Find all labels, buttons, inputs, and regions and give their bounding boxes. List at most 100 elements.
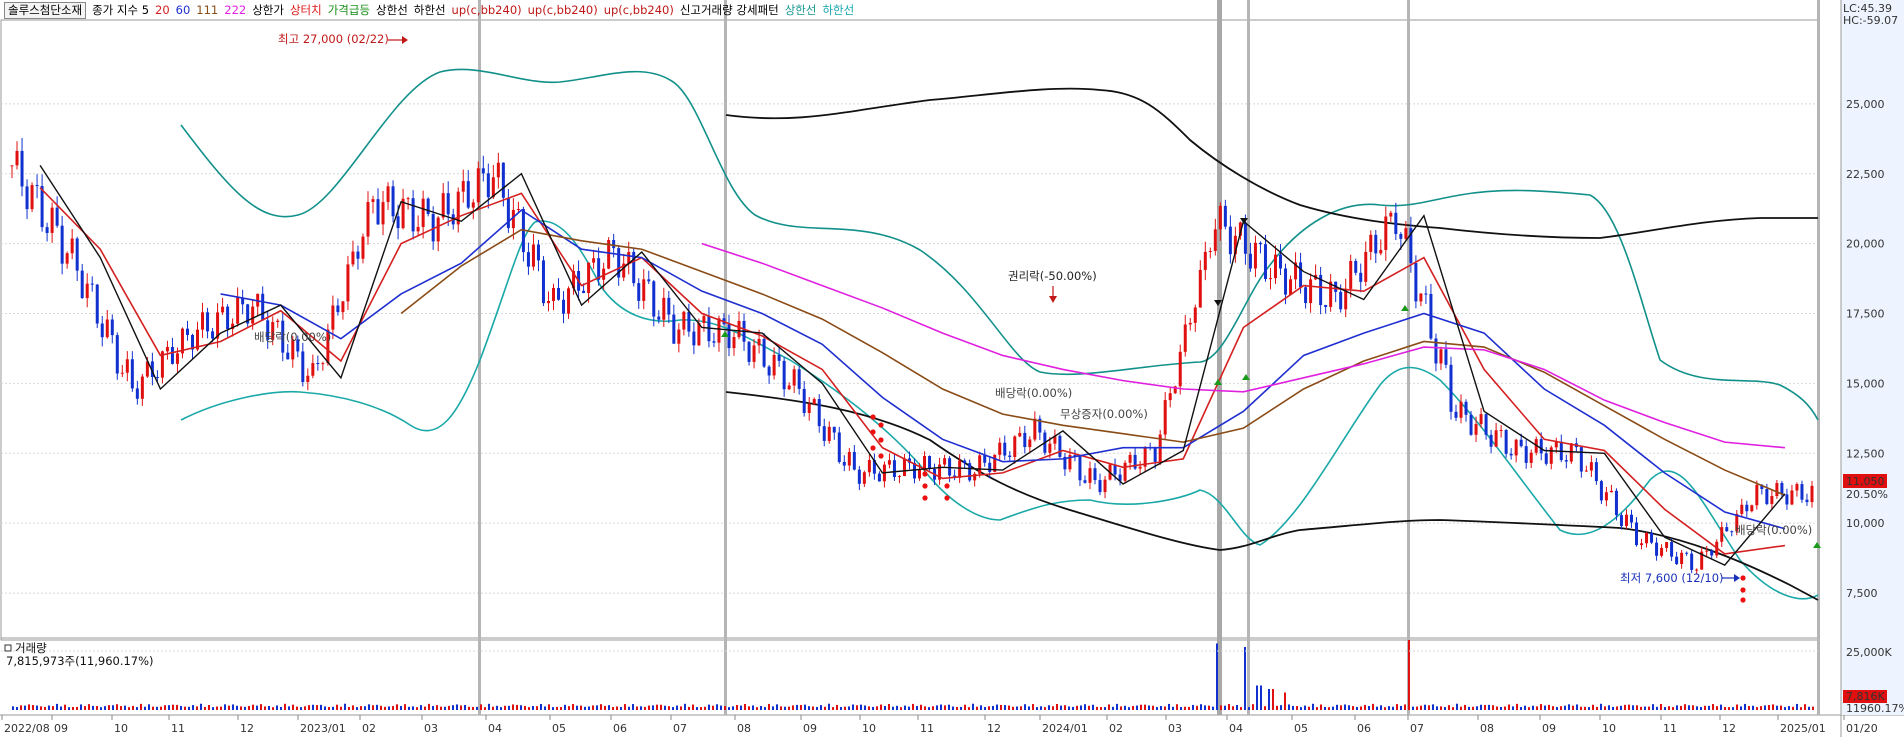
candle-body bbox=[351, 251, 355, 265]
volume-bar bbox=[1720, 704, 1722, 710]
stock-chart[interactable]: 최고 27,000 (02/22) 권리락(-50.00%) 배당락(0.00%… bbox=[0, 0, 1904, 737]
x-label: 04 bbox=[488, 722, 502, 735]
volume-bar bbox=[816, 706, 818, 710]
volume-bar bbox=[1516, 703, 1518, 710]
volume-bar bbox=[132, 705, 134, 710]
volume-bar bbox=[1292, 705, 1294, 710]
volume-bar bbox=[1332, 706, 1334, 710]
upper-line-label: 상한선 bbox=[376, 3, 408, 17]
x-label: 02 bbox=[362, 722, 376, 735]
volume-bar bbox=[1600, 703, 1602, 710]
volume-bar bbox=[1044, 707, 1046, 710]
candle-body bbox=[336, 305, 340, 313]
volume-bar bbox=[1676, 705, 1678, 710]
volume-bar bbox=[152, 706, 154, 710]
volume-bar bbox=[216, 706, 218, 710]
volume-bar bbox=[1272, 689, 1274, 710]
volume-bar bbox=[108, 705, 110, 710]
candle-body bbox=[672, 314, 676, 344]
candle-body bbox=[426, 198, 430, 214]
volume-bar bbox=[220, 706, 222, 710]
x-label: 06 bbox=[613, 722, 627, 735]
volume-bar bbox=[560, 707, 562, 710]
volume-bar bbox=[1144, 704, 1146, 710]
volume-bar bbox=[1276, 705, 1278, 710]
candle-body bbox=[1048, 443, 1052, 453]
volume-bar bbox=[820, 705, 822, 710]
candle-body bbox=[1183, 324, 1187, 352]
volume-bar bbox=[1228, 703, 1230, 710]
volume-bar bbox=[984, 707, 986, 710]
volume-bar bbox=[100, 707, 102, 710]
candle-body bbox=[1469, 414, 1473, 435]
volume-bar bbox=[1200, 704, 1202, 710]
volume-bar bbox=[1356, 707, 1358, 710]
volume-bar bbox=[112, 705, 114, 710]
candle-body bbox=[1088, 468, 1092, 483]
volume-bar bbox=[1748, 706, 1750, 710]
volume-bar bbox=[24, 705, 26, 710]
candle-body bbox=[832, 426, 836, 433]
x-label: 03 bbox=[1168, 722, 1182, 735]
volume-bar bbox=[948, 704, 950, 710]
volume-bar bbox=[68, 707, 70, 710]
x-label: 2025/01 bbox=[1780, 722, 1826, 735]
candle-body bbox=[30, 185, 34, 210]
volume-bar bbox=[368, 704, 370, 710]
volume-bar bbox=[888, 703, 890, 710]
volume-bar bbox=[140, 703, 142, 710]
candle-body bbox=[1424, 293, 1428, 295]
x-label: 08 bbox=[1480, 722, 1494, 735]
volume-bar bbox=[1548, 704, 1550, 710]
volume-bar bbox=[604, 705, 606, 710]
volume-bar bbox=[1644, 706, 1646, 710]
volume-bar bbox=[236, 705, 238, 710]
candle-body bbox=[40, 185, 44, 228]
last-volume-change: 11960.17% bbox=[1846, 702, 1904, 715]
volume-bar bbox=[1376, 706, 1378, 710]
volume-bar bbox=[864, 705, 866, 710]
volume-bar bbox=[1636, 705, 1638, 710]
volume-bar bbox=[1456, 703, 1458, 710]
candle-body bbox=[1740, 504, 1744, 514]
volume-bar bbox=[992, 706, 994, 710]
volume-bar bbox=[1436, 706, 1438, 710]
candle-body bbox=[1514, 439, 1518, 456]
volume-bar bbox=[988, 706, 990, 710]
volume-bar bbox=[1520, 707, 1522, 710]
volume-bar bbox=[180, 706, 182, 710]
candle-body bbox=[762, 338, 766, 367]
x-label: 2022/08 bbox=[4, 722, 50, 735]
candle-body bbox=[822, 426, 826, 441]
volume-bar bbox=[288, 706, 290, 710]
volume-bar bbox=[1568, 704, 1570, 710]
volume-bar bbox=[1300, 707, 1302, 710]
candle-body bbox=[466, 181, 470, 208]
candle-body bbox=[1018, 432, 1022, 437]
volume-bar bbox=[1652, 704, 1654, 710]
volume-bar bbox=[64, 704, 66, 710]
candle-body bbox=[592, 258, 596, 263]
candle-body bbox=[1168, 393, 1172, 401]
candle-body bbox=[812, 399, 816, 404]
volume-bar bbox=[1780, 705, 1782, 710]
candle-body bbox=[386, 186, 390, 203]
volume-bar bbox=[1660, 703, 1662, 710]
volume-bar bbox=[432, 705, 434, 710]
candle-body bbox=[236, 297, 240, 324]
bb-label-3: up(c,bb240) bbox=[603, 3, 674, 17]
candle-body bbox=[1198, 269, 1202, 308]
volume-bar bbox=[360, 706, 362, 710]
candle-body bbox=[55, 207, 59, 226]
candle-body bbox=[587, 262, 591, 294]
candle-body bbox=[1354, 261, 1358, 273]
stock-name[interactable]: 솔루스첨단소재 bbox=[4, 1, 87, 19]
ma-222-label: 222 bbox=[224, 3, 247, 17]
candle-body bbox=[772, 354, 776, 376]
volume-bar bbox=[1764, 705, 1766, 710]
candle-body bbox=[892, 460, 896, 477]
volume-bar bbox=[1208, 705, 1210, 710]
candle-body bbox=[461, 181, 465, 192]
volume-bar bbox=[1008, 705, 1010, 710]
volume-bar bbox=[1468, 706, 1470, 710]
